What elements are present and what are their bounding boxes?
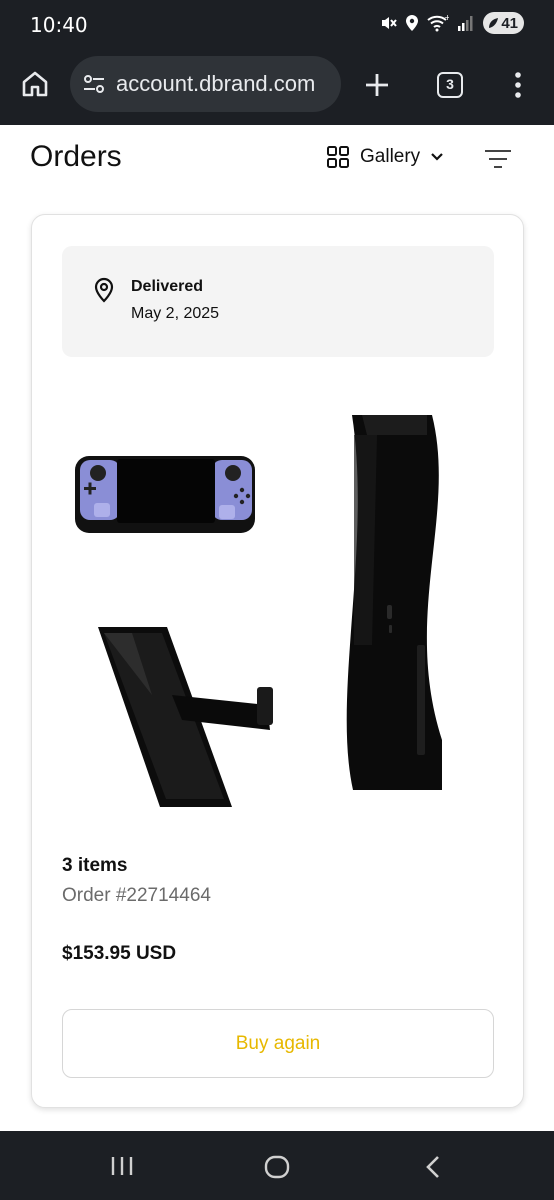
buy-again-button[interactable]: Buy again (62, 1009, 494, 1078)
overflow-menu-icon[interactable] (508, 70, 528, 100)
signal-icon (458, 16, 473, 31)
location-icon (406, 15, 419, 31)
battery-saver-icon (489, 18, 499, 28)
handheld-console-skin (75, 456, 255, 533)
system-nav-bar (0, 1131, 554, 1200)
status-icons: + 41 (379, 12, 524, 34)
recent-apps-icon[interactable] (110, 1155, 134, 1177)
console-cover-plates (346, 415, 442, 790)
filter-icon[interactable] (484, 148, 512, 170)
wifi-icon: + (427, 14, 449, 32)
home-icon[interactable] (20, 69, 50, 99)
status-time: 10:40 (30, 13, 88, 37)
order-total: $153.95 USD (62, 943, 177, 964)
delivery-status: Delivered (131, 278, 204, 295)
chevron-down-icon (431, 153, 443, 161)
battery-level: 41 (501, 14, 518, 32)
location-pin-icon (94, 277, 114, 303)
new-tab-icon[interactable] (362, 70, 392, 100)
order-item-count: 3 items (62, 855, 128, 876)
back-icon[interactable] (424, 1155, 442, 1179)
product-images (75, 415, 442, 807)
view-selector-label: Gallery (360, 146, 421, 167)
order-card[interactable]: Delivered May 2, 2025 3 items Order #227… (31, 214, 524, 1108)
mute-icon (382, 17, 398, 29)
svg-text:+: + (444, 14, 449, 22)
page-title: Orders (30, 140, 122, 173)
home-button-icon[interactable] (264, 1155, 290, 1179)
battery-icon: 41 (483, 12, 524, 34)
address-bar[interactable]: account.dbrand.com (70, 56, 341, 112)
tab-switcher-icon[interactable]: 3 (437, 72, 463, 98)
view-selector[interactable]: Gallery (326, 145, 444, 169)
url-text: account.dbrand.com (116, 71, 316, 96)
delivery-date: May 2, 2025 (131, 305, 220, 322)
site-settings-icon[interactable] (82, 73, 106, 95)
status-bar: 10:40 + 41 (0, 0, 554, 50)
grid-view-icon (327, 146, 349, 168)
order-number: Order #22714464 (62, 885, 211, 906)
browser-toolbar: account.dbrand.com 3 (0, 50, 554, 125)
phone-case-with-stand (98, 627, 273, 807)
delivery-status-box: Delivered May 2, 2025 (62, 246, 494, 357)
